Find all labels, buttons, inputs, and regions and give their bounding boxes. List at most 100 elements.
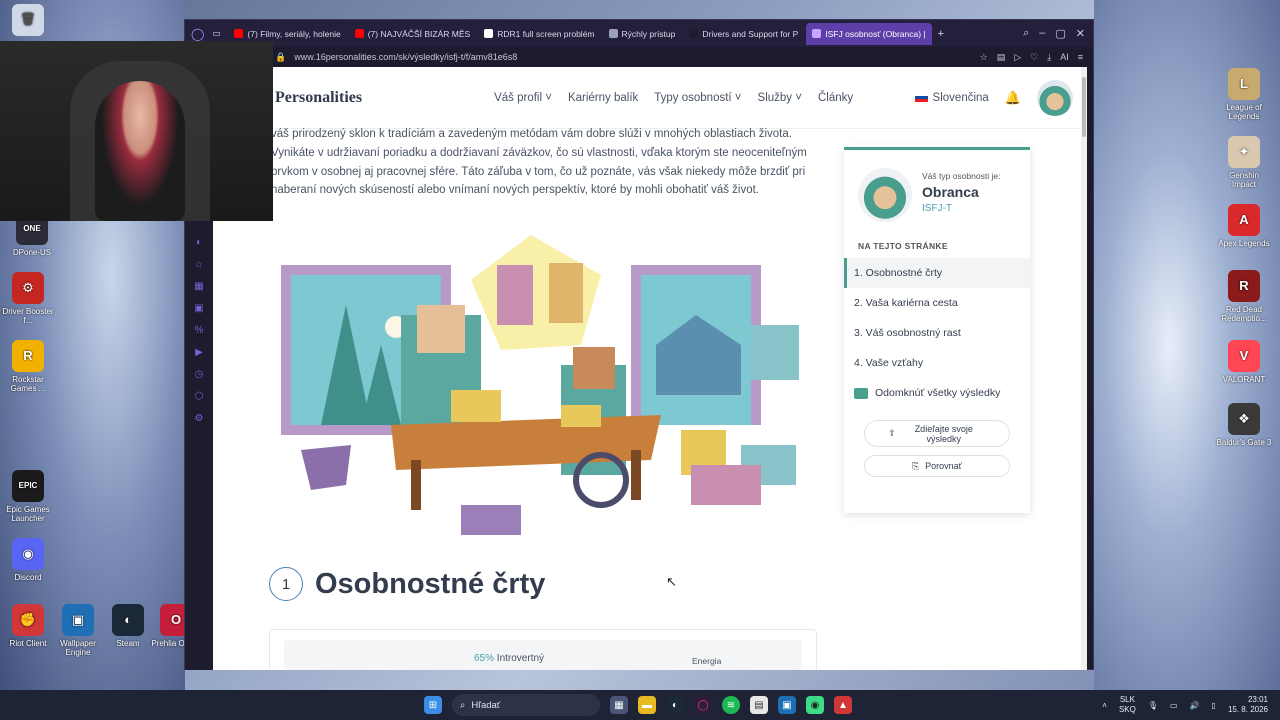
url-text[interactable]: www.16personalities.com/sk/výsledky/isfj… bbox=[294, 52, 517, 62]
app-icon-2[interactable]: ▣ bbox=[778, 696, 796, 714]
toc-item-relationships[interactable]: 4. Vaše vzťahy bbox=[844, 348, 1030, 378]
desktop-right-5-icon[interactable]: ❖ Baldur's Gate 3 bbox=[1216, 403, 1272, 447]
desktop-right-3-icon[interactable]: R Red Dead Redemptio... bbox=[1216, 270, 1272, 323]
address-bar[interactable]: 🔒 www.16personalities.com/sk/výsledky/is… bbox=[185, 47, 1093, 67]
nav-profile[interactable]: Váš profil ˅ bbox=[494, 92, 552, 104]
desktop-icon-label: Wallpaper Engine bbox=[60, 639, 96, 658]
personality-avatar bbox=[858, 168, 912, 222]
desktop-icon-label: Discord bbox=[14, 573, 42, 582]
unlock-results-link[interactable]: Odomknúť všetky výsledky bbox=[844, 378, 1030, 408]
desktop-left-3-icon[interactable]: EPIC Epic Games Launcher bbox=[0, 470, 56, 523]
avatar[interactable] bbox=[1037, 79, 1073, 116]
toc-item-career[interactable]: 2. Vaša kariérna cesta bbox=[844, 288, 1030, 318]
new-tab-icon[interactable]: + bbox=[938, 28, 944, 40]
desktop-app-glyph: A bbox=[1228, 204, 1260, 236]
search-tabs-icon[interactable]: ⌕ bbox=[1023, 27, 1029, 40]
browser-tab[interactable]: Drivers and Support for P bbox=[683, 23, 804, 45]
nav-career[interactable]: Kariérny balík bbox=[568, 92, 638, 104]
desktop-app-glyph: ◉ bbox=[12, 538, 44, 570]
desktop-left-5-icon[interactable]: ✊ Riot Client bbox=[0, 604, 56, 648]
network-icon[interactable]: ▭ bbox=[1170, 701, 1178, 710]
personality-sidebar-card: Váš typ osobnosti je: Obranca ISFJ-T NA … bbox=[844, 147, 1030, 513]
desktop-right-4-icon[interactable]: V VALORANT bbox=[1216, 340, 1272, 384]
notification-bell-icon[interactable]: 🔔 bbox=[1005, 90, 1021, 106]
download-icon[interactable]: ⤓ bbox=[1047, 52, 1051, 63]
minimize-icon[interactable]: – bbox=[1039, 27, 1045, 40]
sidebar-icon-7[interactable]: ◷ bbox=[195, 369, 204, 380]
desktop-icon-label: Red Dead Redemptio... bbox=[1221, 305, 1267, 324]
browser-tab[interactable]: ISFJ osobnosť (Obranca) | bbox=[806, 22, 932, 45]
maximize-icon[interactable]: ▢ bbox=[1055, 27, 1065, 40]
tab-favicon-icon bbox=[234, 29, 244, 38]
toc-item-traits[interactable]: 1. Osobnostné črty bbox=[844, 258, 1030, 288]
heart-icon[interactable]: ♡ bbox=[1030, 52, 1038, 63]
steam-icon[interactable]: ◐ bbox=[666, 696, 684, 714]
desktop-left-2-icon[interactable]: R Rockstar Games ... bbox=[0, 340, 56, 393]
spotify-icon[interactable]: ≋ bbox=[722, 696, 740, 714]
browser-tab[interactable]: RDR1 full screen problém bbox=[478, 23, 600, 45]
clock[interactable]: 23:01 15. 8. 2026 bbox=[1228, 695, 1268, 715]
language-indicator[interactable]: SLK SKQ bbox=[1119, 695, 1136, 715]
trait-category: Energia bbox=[692, 656, 722, 666]
tab-favicon-icon bbox=[484, 29, 494, 38]
desktop-app-glyph: ▣ bbox=[62, 604, 94, 636]
sidebar-icon-5[interactable]: % bbox=[195, 325, 204, 336]
type-code[interactable]: ISFJ-T bbox=[922, 203, 1000, 214]
start-windows-icon[interactable]: ⊞ bbox=[424, 696, 442, 714]
bookmark-icon[interactable]: ☆ bbox=[980, 52, 988, 63]
desktop-left-4-icon[interactable]: ◉ Discord bbox=[0, 538, 56, 582]
desktop-right-1-icon[interactable]: ✦ Genshin Impact bbox=[1216, 136, 1272, 189]
type-label: Váš typ osobnosti je: bbox=[922, 171, 1001, 181]
app-icon-1[interactable]: ▤ bbox=[750, 696, 768, 714]
sidebar-icon-4[interactable]: ▣ bbox=[194, 303, 203, 314]
sidebar-icon-8[interactable]: ⬡ bbox=[195, 391, 204, 402]
store-icon[interactable]: ▦ bbox=[610, 696, 628, 714]
microphone-icon[interactable]: 🎙 bbox=[1148, 701, 1158, 710]
volume-icon[interactable]: 🔊 bbox=[1190, 701, 1200, 710]
tab-label: Drivers and Support for P bbox=[702, 28, 799, 39]
type-name: Obranca bbox=[922, 184, 979, 200]
file-explorer-icon[interactable]: ▬ bbox=[638, 696, 656, 714]
taskbar-search[interactable]: ⌕ Hľadať bbox=[452, 694, 600, 716]
sidebar-icon-1[interactable]: ◐ bbox=[196, 237, 202, 248]
section-number: 1 bbox=[269, 567, 303, 601]
nav-articles[interactable]: Články bbox=[818, 92, 853, 104]
nav-services[interactable]: Služby ˅ bbox=[758, 92, 802, 104]
page-scrollbar[interactable] bbox=[1081, 67, 1087, 670]
desktop-app-glyph: L bbox=[1228, 68, 1260, 100]
app-icon-3[interactable]: ◉ bbox=[806, 696, 824, 714]
language-selector[interactable]: Slovenčina bbox=[914, 92, 989, 104]
browser-tab[interactable]: (7) NAJVÄČŠÍ BIZÁR MĚS bbox=[349, 23, 477, 45]
desktop-left-1-icon[interactable]: ⚙ Driver Booster f... bbox=[0, 272, 56, 325]
recycle-bin-icon[interactable]: 🗑 bbox=[0, 4, 56, 39]
sidebar-icon-2[interactable]: ⌂ bbox=[196, 259, 202, 270]
desktop-left-6-icon[interactable]: ▣ Wallpaper Engine bbox=[50, 604, 106, 657]
menu-icon[interactable]: ≡ bbox=[1078, 52, 1083, 63]
ai-icon[interactable]: AI bbox=[1060, 52, 1069, 63]
nav-types[interactable]: Typy osobností ˅ bbox=[654, 92, 741, 104]
opera-logo-icon[interactable]: ◯ bbox=[191, 27, 204, 41]
site-logo[interactable]: Personalities bbox=[275, 89, 362, 107]
tab-label: RDR1 full screen problém bbox=[497, 28, 595, 39]
app-icon-4[interactable]: ▲ bbox=[834, 696, 852, 714]
opera-gx-icon[interactable]: ◯ bbox=[694, 696, 712, 714]
sidebar-icon-3[interactable]: ▦ bbox=[194, 281, 203, 292]
share-results-button[interactable]: ⇪ Zdieľajte svoje výsledky bbox=[864, 420, 1010, 447]
sidebar-icon-6[interactable]: ▶ bbox=[195, 347, 203, 358]
taskbar: ⊞ ⌕ Hľadať ▦ ▬ ◐ ◯ ≋ ▤ ▣ ◉ ▲ ˄ SLK SKQ 🎙… bbox=[0, 690, 1280, 720]
desktop-right-2-icon[interactable]: A Apex Legends bbox=[1216, 204, 1272, 248]
compare-button[interactable]: ⎘ Porovnať bbox=[864, 455, 1010, 477]
workspaces-icon[interactable]: ▭ bbox=[212, 28, 220, 39]
play-icon[interactable]: ▷ bbox=[1014, 52, 1021, 63]
close-icon[interactable]: ✕ bbox=[1076, 27, 1085, 40]
settings-icon[interactable]: ⚙ bbox=[195, 413, 204, 424]
desktop-icon-label: Riot Client bbox=[9, 639, 47, 648]
desktop-right-0-icon[interactable]: L League of Legends bbox=[1216, 68, 1272, 121]
browser-tab[interactable]: Rýchly prístup bbox=[603, 23, 682, 45]
tray-chevron-icon[interactable]: ˄ bbox=[1102, 701, 1107, 710]
desktop-app-glyph: ✦ bbox=[1228, 136, 1260, 168]
tab-label: (7) NAJVÄČŠÍ BIZÁR MĚS bbox=[367, 28, 471, 39]
toc-item-growth[interactable]: 3. Váš osobnostný rast bbox=[844, 318, 1030, 348]
battery-icon[interactable]: ▯ bbox=[1212, 701, 1216, 710]
extensions-icon[interactable]: ▤ bbox=[997, 52, 1006, 63]
